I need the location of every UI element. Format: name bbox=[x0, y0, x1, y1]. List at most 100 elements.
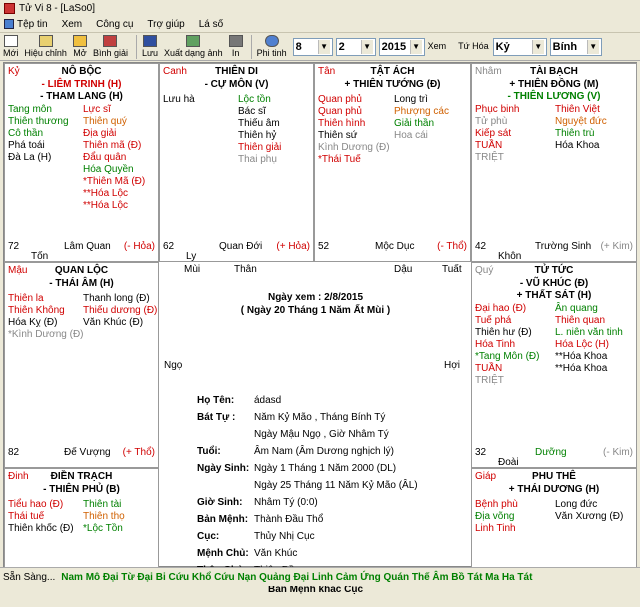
new-file-icon bbox=[3, 35, 18, 47]
center-corner-label: Tuất bbox=[442, 264, 462, 275]
minor-star: Tiểu hao (Đ) bbox=[8, 499, 64, 510]
minor-star: Thiên tài bbox=[83, 499, 122, 510]
minor-star: Thái tuế bbox=[8, 511, 45, 522]
minor-star: Thiên quý bbox=[83, 116, 127, 127]
minor-star: Thiên giải bbox=[238, 142, 282, 153]
minor-star: *Thái Tuế bbox=[318, 154, 361, 165]
palace-phase: Lâm Quan bbox=[64, 241, 111, 252]
minor-star: **Hóa Khoa bbox=[555, 363, 608, 374]
book-icon bbox=[103, 35, 118, 47]
menu-file[interactable]: Tệp tin bbox=[4, 19, 48, 30]
chevron-down-icon: ▼ bbox=[586, 40, 599, 54]
info-label: Mệnh Chủ: bbox=[197, 548, 249, 559]
minor-star: **Hóa Lộc bbox=[83, 188, 129, 199]
horoscope-board: Kỷ NÔ BỘC - LIÊM TRINH (H) - THAM LANG (H) T… bbox=[3, 62, 637, 595]
interpret-button[interactable]: Bình giải bbox=[93, 33, 128, 61]
menu-view[interactable]: Xem bbox=[62, 19, 83, 30]
palace-name: ĐIỀN TRẠCH bbox=[50, 471, 113, 482]
palace-thien-di[interactable]: Canh THIÊN DI - CỰ MÔN (V) Lưu hà Lộc tồn Bác… bbox=[159, 63, 314, 262]
minor-star: *Lộc Tồn bbox=[83, 523, 123, 534]
info-label: Bản Mệnh: bbox=[197, 514, 249, 525]
menu-chart[interactable]: Lá số bbox=[199, 19, 223, 30]
minor-star: Thiếu dương (Đ) bbox=[83, 305, 158, 316]
center-info-panel: Mùi Thân Dậu Tuất Ngọ Hợi Ngày xem : 2/8/2015 (… bbox=[159, 262, 472, 607]
minor-star: Kiếp sát bbox=[475, 128, 512, 139]
folder-icon bbox=[72, 35, 87, 47]
minor-star: Thiên quan bbox=[555, 315, 606, 326]
minor-star: Tử phù bbox=[475, 116, 508, 127]
palace-dien-trach[interactable]: Đinh ĐIỀN TRẠCH - THIÊN PHỦ (B) Tiểu hao (Đ… bbox=[4, 468, 159, 568]
menu-tools[interactable]: Công cụ bbox=[96, 19, 133, 30]
minor-star: Thiên thọ bbox=[83, 511, 125, 522]
minor-star: TRIỆT bbox=[475, 152, 504, 163]
status-marquee: Nam Mô Đại Từ Đại Bi Cứu Khổ Cứu Nạn Quả… bbox=[61, 571, 533, 583]
export-image-button[interactable]: Xuất dạng ảnh bbox=[164, 33, 223, 61]
palace-tai-bach[interactable]: Nhâm TÀI BẠCH + THIÊN ĐỒNG (M) - THIÊN LƯƠN… bbox=[471, 63, 637, 262]
palace-element: (+ Hỏa) bbox=[276, 241, 310, 252]
minor-star: Thiên Việt bbox=[555, 104, 600, 115]
minor-star: **Hóa Lộc bbox=[83, 200, 129, 211]
minor-star: Tang môn bbox=[8, 104, 52, 115]
minor-star: Thiên trù bbox=[555, 128, 595, 139]
new-button[interactable]: Mới bbox=[3, 33, 18, 61]
open-button[interactable]: Mở bbox=[72, 33, 87, 61]
pencil-icon bbox=[38, 35, 53, 47]
palace-tat-ach[interactable]: Tân TẬT ÁCH + THIÊN TƯỚNG (Đ) Quan phủ Quan … bbox=[314, 63, 471, 262]
palace-element: (- Kim) bbox=[603, 447, 633, 458]
info-value: Ngày 1 Tháng 1 Năm 2000 (DL) bbox=[254, 463, 397, 474]
palace-number: 52 bbox=[318, 241, 330, 252]
info-label: Họ Tên: bbox=[197, 395, 235, 406]
minor-star: Thiên hỷ bbox=[238, 130, 277, 141]
menu-bar: Tệp tin Xem Công cụ Trợ giúp Lá số bbox=[0, 16, 640, 33]
palace-no-boc[interactable]: Kỷ NÔ BỘC - LIÊM TRINH (H) - THAM LANG (H) T… bbox=[4, 63, 159, 262]
chevron-down-icon: ▼ bbox=[317, 40, 330, 54]
phi-tinh-button[interactable]: Phi tinh bbox=[257, 33, 287, 61]
info-value: Ngày 25 Tháng 11 Năm Kỷ Mão (ÂL) bbox=[254, 480, 418, 491]
year-select[interactable]: 2015 ▼ bbox=[378, 38, 425, 56]
palace-tu-tuc[interactable]: Quý TỬ TỨC - VŨ KHÚC (Đ) + THẤT SÁT (H) Đại … bbox=[471, 262, 637, 468]
main-star: - THÁI ÂM (H) bbox=[49, 278, 114, 289]
minor-star: Thiên thương bbox=[8, 116, 69, 127]
toolbar-separator bbox=[250, 35, 252, 59]
title-bar: Tử Vi 8 - [LaSo0] bbox=[0, 0, 640, 16]
app-icon bbox=[4, 2, 15, 14]
menu-help[interactable]: Trợ giúp bbox=[147, 19, 184, 30]
edit-button[interactable]: Hiệu chỉnh bbox=[24, 33, 67, 61]
minor-star: Đà La (H) bbox=[8, 152, 52, 163]
palace-name: NÔ BỘC bbox=[61, 66, 102, 77]
minor-star: Lực sĩ bbox=[83, 104, 111, 115]
main-star: + THÁI DƯƠNG (H) bbox=[508, 484, 600, 495]
minor-star: TUẦN bbox=[475, 363, 503, 374]
palace-chi: Đoài bbox=[498, 457, 519, 468]
minor-star: Hóa Khoa bbox=[555, 140, 600, 151]
info-value: ádasd bbox=[254, 395, 282, 406]
minor-star: Thiên Không bbox=[8, 305, 65, 316]
can-year-select[interactable]: Kỷ ▼ bbox=[492, 38, 547, 56]
palace-phu-the[interactable]: Giáp PHU THÊ + THÁI DƯƠNG (H) Bệnh phù Địa v… bbox=[471, 468, 637, 568]
center-corner-label: Thân bbox=[234, 264, 257, 275]
minor-star: Đại hao (Đ) bbox=[475, 303, 527, 314]
save-button[interactable]: Lưu bbox=[142, 33, 158, 61]
chi-year-select[interactable]: Bính ▼ bbox=[549, 38, 602, 56]
day-select[interactable]: 8 ▼ bbox=[292, 38, 333, 56]
toolbar-separator bbox=[135, 35, 137, 59]
center-corner-label: Dậu bbox=[394, 264, 413, 275]
view-date: Ngày xem : 2/8/2015 bbox=[267, 292, 364, 303]
tu-hoa-label: Tứ Hóa bbox=[458, 41, 489, 51]
main-star: + THIÊN ĐỒNG (M) bbox=[509, 79, 599, 90]
center-corner-label: Mùi bbox=[184, 264, 201, 275]
minor-star: Thiên la bbox=[8, 293, 44, 304]
palace-phase: Đế Vượng bbox=[64, 447, 111, 458]
info-value: Năm Kỷ Mão , Tháng Bính Tý bbox=[254, 412, 386, 423]
minor-star: *Kình Dương (Đ) bbox=[8, 329, 84, 340]
minor-star: Phượng các bbox=[394, 106, 449, 117]
minor-star: L. niên văn tinh bbox=[555, 327, 623, 338]
minor-star: Thiên hình bbox=[318, 118, 366, 129]
info-value: Thủy Nhị Cục bbox=[254, 531, 315, 542]
minor-star: Hoa cái bbox=[394, 130, 428, 141]
info-value: Nhâm Tý (0:0) bbox=[254, 497, 318, 508]
palace-quan-loc[interactable]: Mậu QUAN LỘC - THÁI ÂM (H) Thiên la Thiên Kh… bbox=[4, 262, 159, 468]
print-button[interactable]: In bbox=[228, 33, 243, 61]
minor-star: *Thiên Mã (Đ) bbox=[83, 176, 146, 187]
month-select[interactable]: 2 ▼ bbox=[335, 38, 376, 56]
